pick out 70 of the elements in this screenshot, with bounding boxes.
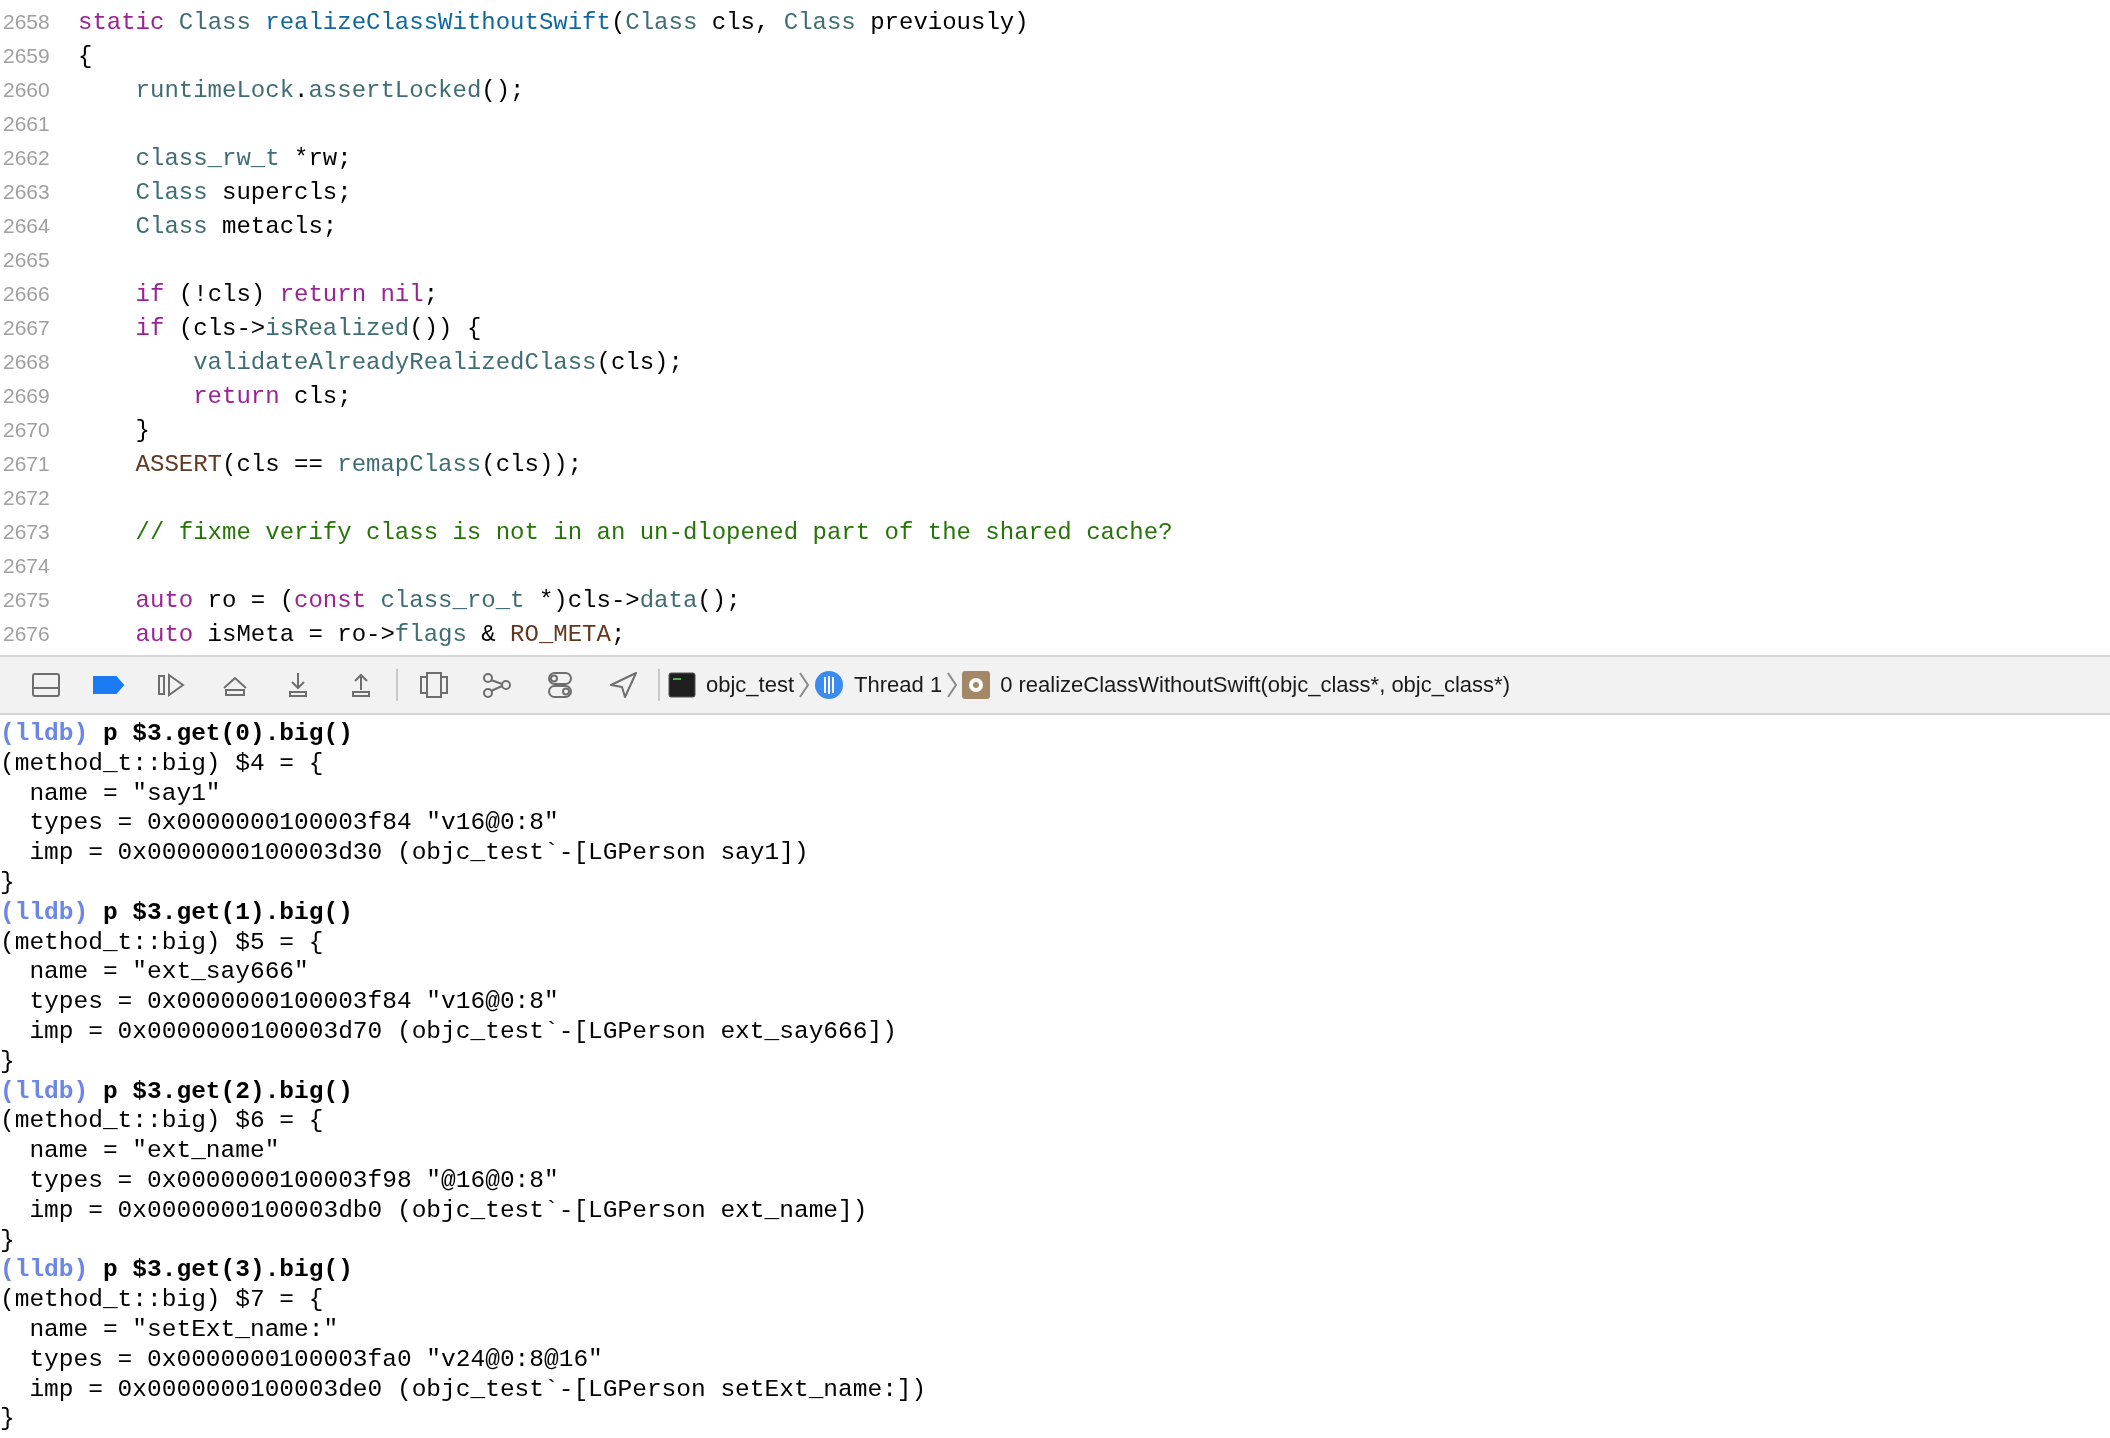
console-command: p $3.get(1).big() xyxy=(101,897,353,928)
lldb-prompt: (lldb) xyxy=(0,719,89,749)
line-number: 2669 xyxy=(2,384,51,408)
code-line: return cls; xyxy=(192,382,352,410)
terminal-icon xyxy=(668,672,696,698)
line-number: 2658 xyxy=(2,10,51,34)
console-output: } xyxy=(0,868,15,898)
console-output: (method_t::big) $6 = { xyxy=(0,1106,324,1137)
code-line: validateAlreadyRealizedClass(cls); xyxy=(192,348,683,376)
console-output: imp = 0x0000000100003db0 (objc_test`-[LGPerson ext_name]) xyxy=(28,1195,868,1226)
code-line: static Class realizeClassWithoutSwift(Class cls, Class previously) xyxy=(78,8,1029,36)
console-output: types = 0x0000000100003f84 "v16@0:8" xyxy=(28,987,559,1017)
code-line: Class supercls; xyxy=(134,178,352,206)
line-number: 2671 xyxy=(2,452,51,476)
code-line: // fixme verify class is not in an un-dlopened part of the shared cache? xyxy=(134,518,1173,546)
breadcrumb-item[interactable]: Thread 1 xyxy=(810,670,947,700)
breadcrumb-item[interactable]: 0 realizeClassWithoutSwift(objc_class*, objc_class*) xyxy=(958,671,1514,699)
console-output: name = "ext_say666" xyxy=(28,957,309,988)
console-output: } xyxy=(0,1225,15,1256)
line-number: 2662 xyxy=(2,146,51,170)
breadcrumb-item[interactable]: objc_test xyxy=(664,672,799,698)
line-number: 2659 xyxy=(2,44,51,68)
code-line: if (cls->isRealized()) { xyxy=(134,314,482,342)
console-command: p $3.get(3).big() xyxy=(101,1255,353,1286)
line-number: 2660 xyxy=(2,78,51,102)
gear-icon xyxy=(962,671,991,699)
console-output: (method_t::big) $4 = { xyxy=(0,748,324,779)
line-number: 2673 xyxy=(2,520,51,544)
line-number: 2672 xyxy=(2,486,51,510)
line-number: 2661 xyxy=(2,112,51,136)
code-line: Class metacls; xyxy=(134,212,338,240)
code-line: auto isMeta = ro->flags & RO_META; xyxy=(134,620,626,648)
console-output: name = "say1" xyxy=(28,778,221,809)
console-output: } xyxy=(0,1404,15,1435)
console-output: types = 0x0000000100003fa0 "v24@0:8@16" xyxy=(28,1344,603,1375)
code-line: class_rw_t *rw; xyxy=(134,144,352,172)
console-output: imp = 0x0000000100003d30 (objc_test`-[LGPerson say1]) xyxy=(28,838,809,868)
line-number: 2675 xyxy=(2,588,51,612)
thread-icon xyxy=(814,670,845,700)
code-line: if (!cls) return nil; xyxy=(134,280,439,308)
console-output: (method_t::big) $7 = { xyxy=(0,1285,324,1315)
console-command: p $3.get(2).big() xyxy=(101,1076,353,1107)
chevron-icon xyxy=(946,671,959,699)
chevron-icon xyxy=(798,671,811,699)
code-line: ASSERT(cls == remapClass(cls)); xyxy=(134,450,583,478)
line-number: 2664 xyxy=(2,214,51,238)
lldb-prompt: (lldb) xyxy=(0,1076,89,1107)
line-number: 2666 xyxy=(2,282,51,306)
console-output: name = "ext_name" xyxy=(28,1136,280,1166)
code-line: { xyxy=(78,42,93,70)
console-output: types = 0x0000000100003f84 "v16@0:8" xyxy=(28,808,559,839)
lldb-prompt: (lldb) xyxy=(0,897,89,928)
console-output: name = "setExt_name:" xyxy=(28,1314,339,1345)
console-command: p $3.get(0).big() xyxy=(101,719,353,749)
code-line: auto ro = (const class_ro_t *)cls->data(); xyxy=(134,586,741,614)
line-number: 2676 xyxy=(2,622,51,646)
line-number: 2670 xyxy=(2,418,51,442)
code-line: runtimeLock.assertLocked(); xyxy=(134,76,525,104)
code-line: } xyxy=(134,416,150,444)
line-number: 2667 xyxy=(2,316,51,340)
line-number: 2674 xyxy=(2,554,51,578)
console-output: } xyxy=(0,1046,15,1077)
console-output: imp = 0x0000000100003d70 (objc_test`-[LGPerson ext_say666]) xyxy=(28,1016,897,1047)
console-output: types = 0x0000000100003f98 "@16@0:8" xyxy=(28,1165,559,1196)
line-number: 2668 xyxy=(2,350,51,374)
console-output: (method_t::big) $5 = { xyxy=(0,927,324,958)
console-output: imp = 0x0000000100003de0 (objc_test`-[LGPerson setExt_name:]) xyxy=(28,1374,927,1405)
line-number: 2663 xyxy=(2,180,51,204)
line-number: 2665 xyxy=(2,248,51,272)
lldb-prompt: (lldb) xyxy=(0,1255,89,1286)
